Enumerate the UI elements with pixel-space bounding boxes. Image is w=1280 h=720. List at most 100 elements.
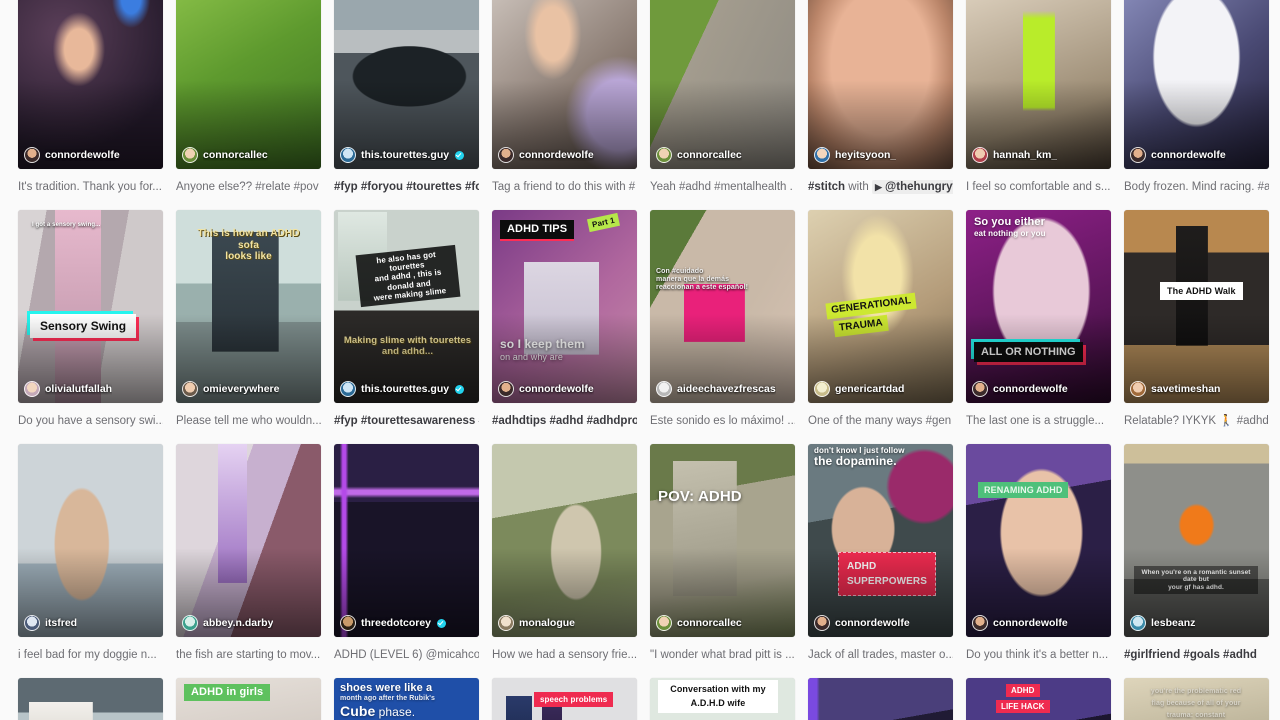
video-thumbnail[interactable]: he also has got tourettes and adhd , thi… — [334, 210, 479, 403]
video-thumbnail[interactable] — [18, 678, 163, 720]
video-card[interactable]: connordewolfe Body frozen. Mind racing. … — [1124, 0, 1269, 194]
author-badge[interactable]: connordewolfe — [498, 381, 594, 397]
video-card[interactable]: This is how an ADHD sofa looks like omie… — [176, 210, 321, 428]
video-card[interactable]: threedotcorey ADHD (LEVEL 6) @micahcow — [334, 444, 479, 662]
stitch-mention-chip[interactable]: ▶ @thehungryf — [871, 180, 953, 194]
video-card[interactable]: When you're on a romantic sunset date bu… — [1124, 444, 1269, 662]
verified-badge-icon — [455, 150, 465, 160]
video-card[interactable]: RENAMING ADHD connordewolfe Do you think… — [966, 444, 1111, 662]
grid-row: connordewolfe It's tradition. Thank you … — [0, 0, 1280, 194]
video-thumbnail[interactable]: RENAMING ADHD connordewolfe — [966, 444, 1111, 637]
video-card[interactable]: connordewolfe Tag a friend to do this wi… — [492, 0, 637, 194]
video-card[interactable]: he also has got tourettes and adhd , thi… — [334, 210, 479, 428]
video-card[interactable]: GENERATIONAL TRAUMA genericartdad One of… — [808, 210, 953, 428]
video-card[interactable]: don't know I just follow the dopamine. A… — [808, 444, 953, 662]
overlay-text: you're the problematic red flag because … — [1150, 688, 1242, 719]
video-thumbnail[interactable]: hannah_km_ — [966, 0, 1111, 169]
author-badge[interactable]: threedotcorey — [340, 615, 447, 631]
video-card[interactable]: heyitsyoon_ #stitch with ▶ @thehungryf — [808, 0, 953, 194]
author-badge[interactable]: hannah_km_ — [972, 147, 1057, 163]
video-card[interactable]: monalogue How we had a sensory frie... — [492, 444, 637, 662]
author-badge[interactable]: abbey.n.darby — [182, 615, 273, 631]
author-badge[interactable]: connorcallec — [656, 615, 742, 631]
video-thumbnail[interactable]: shoes were like a month ago after the Ru… — [334, 678, 479, 720]
video-card[interactable]: hannah_km_ I feel so comfortable and s..… — [966, 0, 1111, 194]
video-thumbnail[interactable]: you're the problematic red flag because … — [1124, 678, 1269, 720]
author-badge[interactable]: connordewolfe — [972, 615, 1068, 631]
author-badge[interactable]: savetimeshan — [1130, 381, 1220, 397]
video-card[interactable]: So you either eat nothing or you ALL OR … — [966, 210, 1111, 428]
video-thumbnail[interactable]: When you're on a romantic sunset date bu… — [1124, 444, 1269, 637]
video-card[interactable]: this.tourettes.guy #fyp #foryou #tourett… — [334, 0, 479, 194]
video-thumbnail[interactable]: this.tourettes.guy — [334, 0, 479, 169]
video-thumbnail[interactable]: connordewolfe — [18, 0, 163, 169]
video-thumbnail[interactable]: connordewolfe — [1124, 0, 1269, 169]
video-thumbnail[interactable]: abbey.n.darby — [176, 444, 321, 637]
author-badge[interactable]: connordewolfe — [24, 147, 120, 163]
author-badge[interactable]: olivialutfallah — [24, 381, 112, 397]
author-badge[interactable]: connorcallec — [182, 147, 268, 163]
video-thumbnail[interactable]: connordewolfe — [492, 0, 637, 169]
video-thumbnail[interactable]: POV: ADHD connorcallec — [650, 444, 795, 637]
video-card[interactable]: connorcallec Yeah #adhd #mentalhealth . — [650, 0, 795, 194]
video-card[interactable]: ADHD LIFE HACK — [966, 678, 1111, 720]
author-badge[interactable]: this.tourettes.guy — [340, 147, 465, 163]
video-thumbnail[interactable]: Conversation with my A.D.H.D wife — [650, 678, 795, 720]
video-card[interactable] — [18, 678, 163, 720]
author-badge[interactable]: omieverywhere — [182, 381, 279, 397]
video-card[interactable]: connorcallec Anyone else?? #relate #pov — [176, 0, 321, 194]
author-badge[interactable]: aideechavezfrescas — [656, 381, 776, 397]
author-badge[interactable]: lesbeanz — [1130, 615, 1195, 631]
avatar — [340, 147, 356, 163]
video-card[interactable]: Conversation with my A.D.H.D wife — [650, 678, 795, 720]
video-thumbnail[interactable] — [808, 678, 953, 720]
overlay-sticker: Conversation with my A.D.H.D wife — [658, 680, 778, 713]
video-thumbnail[interactable]: monalogue — [492, 444, 637, 637]
overlay-sticker: RENAMING ADHD — [978, 482, 1069, 499]
thumbnail-detail — [492, 444, 637, 637]
author-badge[interactable]: heyitsyoon_ — [814, 147, 896, 163]
author-badge[interactable]: monalogue — [498, 615, 575, 631]
video-thumbnail[interactable]: ADHD LIFE HACK — [966, 678, 1111, 720]
author-badge[interactable]: connorcallec — [656, 147, 742, 163]
video-card[interactable]: ADHD TIPS Part 1 so I keep them on and w… — [492, 210, 637, 428]
author-badge[interactable]: connordewolfe — [1130, 147, 1226, 163]
author-username: connorcallec — [677, 617, 742, 629]
video-thumbnail[interactable]: threedotcorey — [334, 444, 479, 637]
video-thumbnail[interactable]: speech problems — [492, 678, 637, 720]
video-caption: Body frozen. Mind racing. #a — [1124, 181, 1269, 193]
video-card[interactable]: ADHD in girls — [176, 678, 321, 720]
video-thumbnail[interactable]: I got a sensory swing... Sensory Swing o… — [18, 210, 163, 403]
author-badge[interactable]: connordewolfe — [814, 615, 910, 631]
video-thumbnail[interactable]: heyitsyoon_ — [808, 0, 953, 169]
video-card[interactable]: itsfred i feel bad for my doggie n... — [18, 444, 163, 662]
video-card[interactable]: you're the problematic red flag because … — [1124, 678, 1269, 720]
video-card[interactable]: connordewolfe It's tradition. Thank you … — [18, 0, 163, 194]
author-badge[interactable]: connordewolfe — [972, 381, 1068, 397]
video-thumbnail[interactable]: Con #cuidado manera que la demás reaccio… — [650, 210, 795, 403]
author-badge[interactable]: this.tourettes.guy — [340, 381, 465, 397]
video-thumbnail[interactable]: This is how an ADHD sofa looks like omie… — [176, 210, 321, 403]
author-badge[interactable]: connordewolfe — [498, 147, 594, 163]
video-thumbnail[interactable]: don't know I just follow the dopamine. A… — [808, 444, 953, 637]
video-card[interactable]: The ADHD Walk savetimeshan Relatable? IY… — [1124, 210, 1269, 428]
video-caption: Yeah #adhd #mentalhealth . — [650, 181, 793, 193]
video-thumbnail[interactable]: connorcallec — [176, 0, 321, 169]
video-card[interactable]: speech problems — [492, 678, 637, 720]
video-thumbnail[interactable]: The ADHD Walk savetimeshan — [1124, 210, 1269, 403]
video-card[interactable]: POV: ADHD connorcallec "I wonder what br… — [650, 444, 795, 662]
video-card[interactable] — [808, 678, 953, 720]
video-card[interactable]: abbey.n.darby the fish are starting to m… — [176, 444, 321, 662]
video-thumbnail[interactable]: ADHD TIPS Part 1 so I keep them on and w… — [492, 210, 637, 403]
thumbnail-detail — [650, 210, 795, 403]
video-thumbnail[interactable]: GENERATIONAL TRAUMA genericartdad — [808, 210, 953, 403]
author-badge[interactable]: itsfred — [24, 615, 77, 631]
video-thumbnail[interactable]: itsfred — [18, 444, 163, 637]
video-card[interactable]: shoes were like a month ago after the Ru… — [334, 678, 479, 720]
video-thumbnail[interactable]: connorcallec — [650, 0, 795, 169]
video-card[interactable]: Con #cuidado manera que la demás reaccio… — [650, 210, 795, 428]
author-badge[interactable]: genericartdad — [814, 381, 904, 397]
video-thumbnail[interactable]: So you either eat nothing or you ALL OR … — [966, 210, 1111, 403]
video-card[interactable]: I got a sensory swing... Sensory Swing o… — [18, 210, 163, 428]
video-thumbnail[interactable]: ADHD in girls — [176, 678, 321, 720]
